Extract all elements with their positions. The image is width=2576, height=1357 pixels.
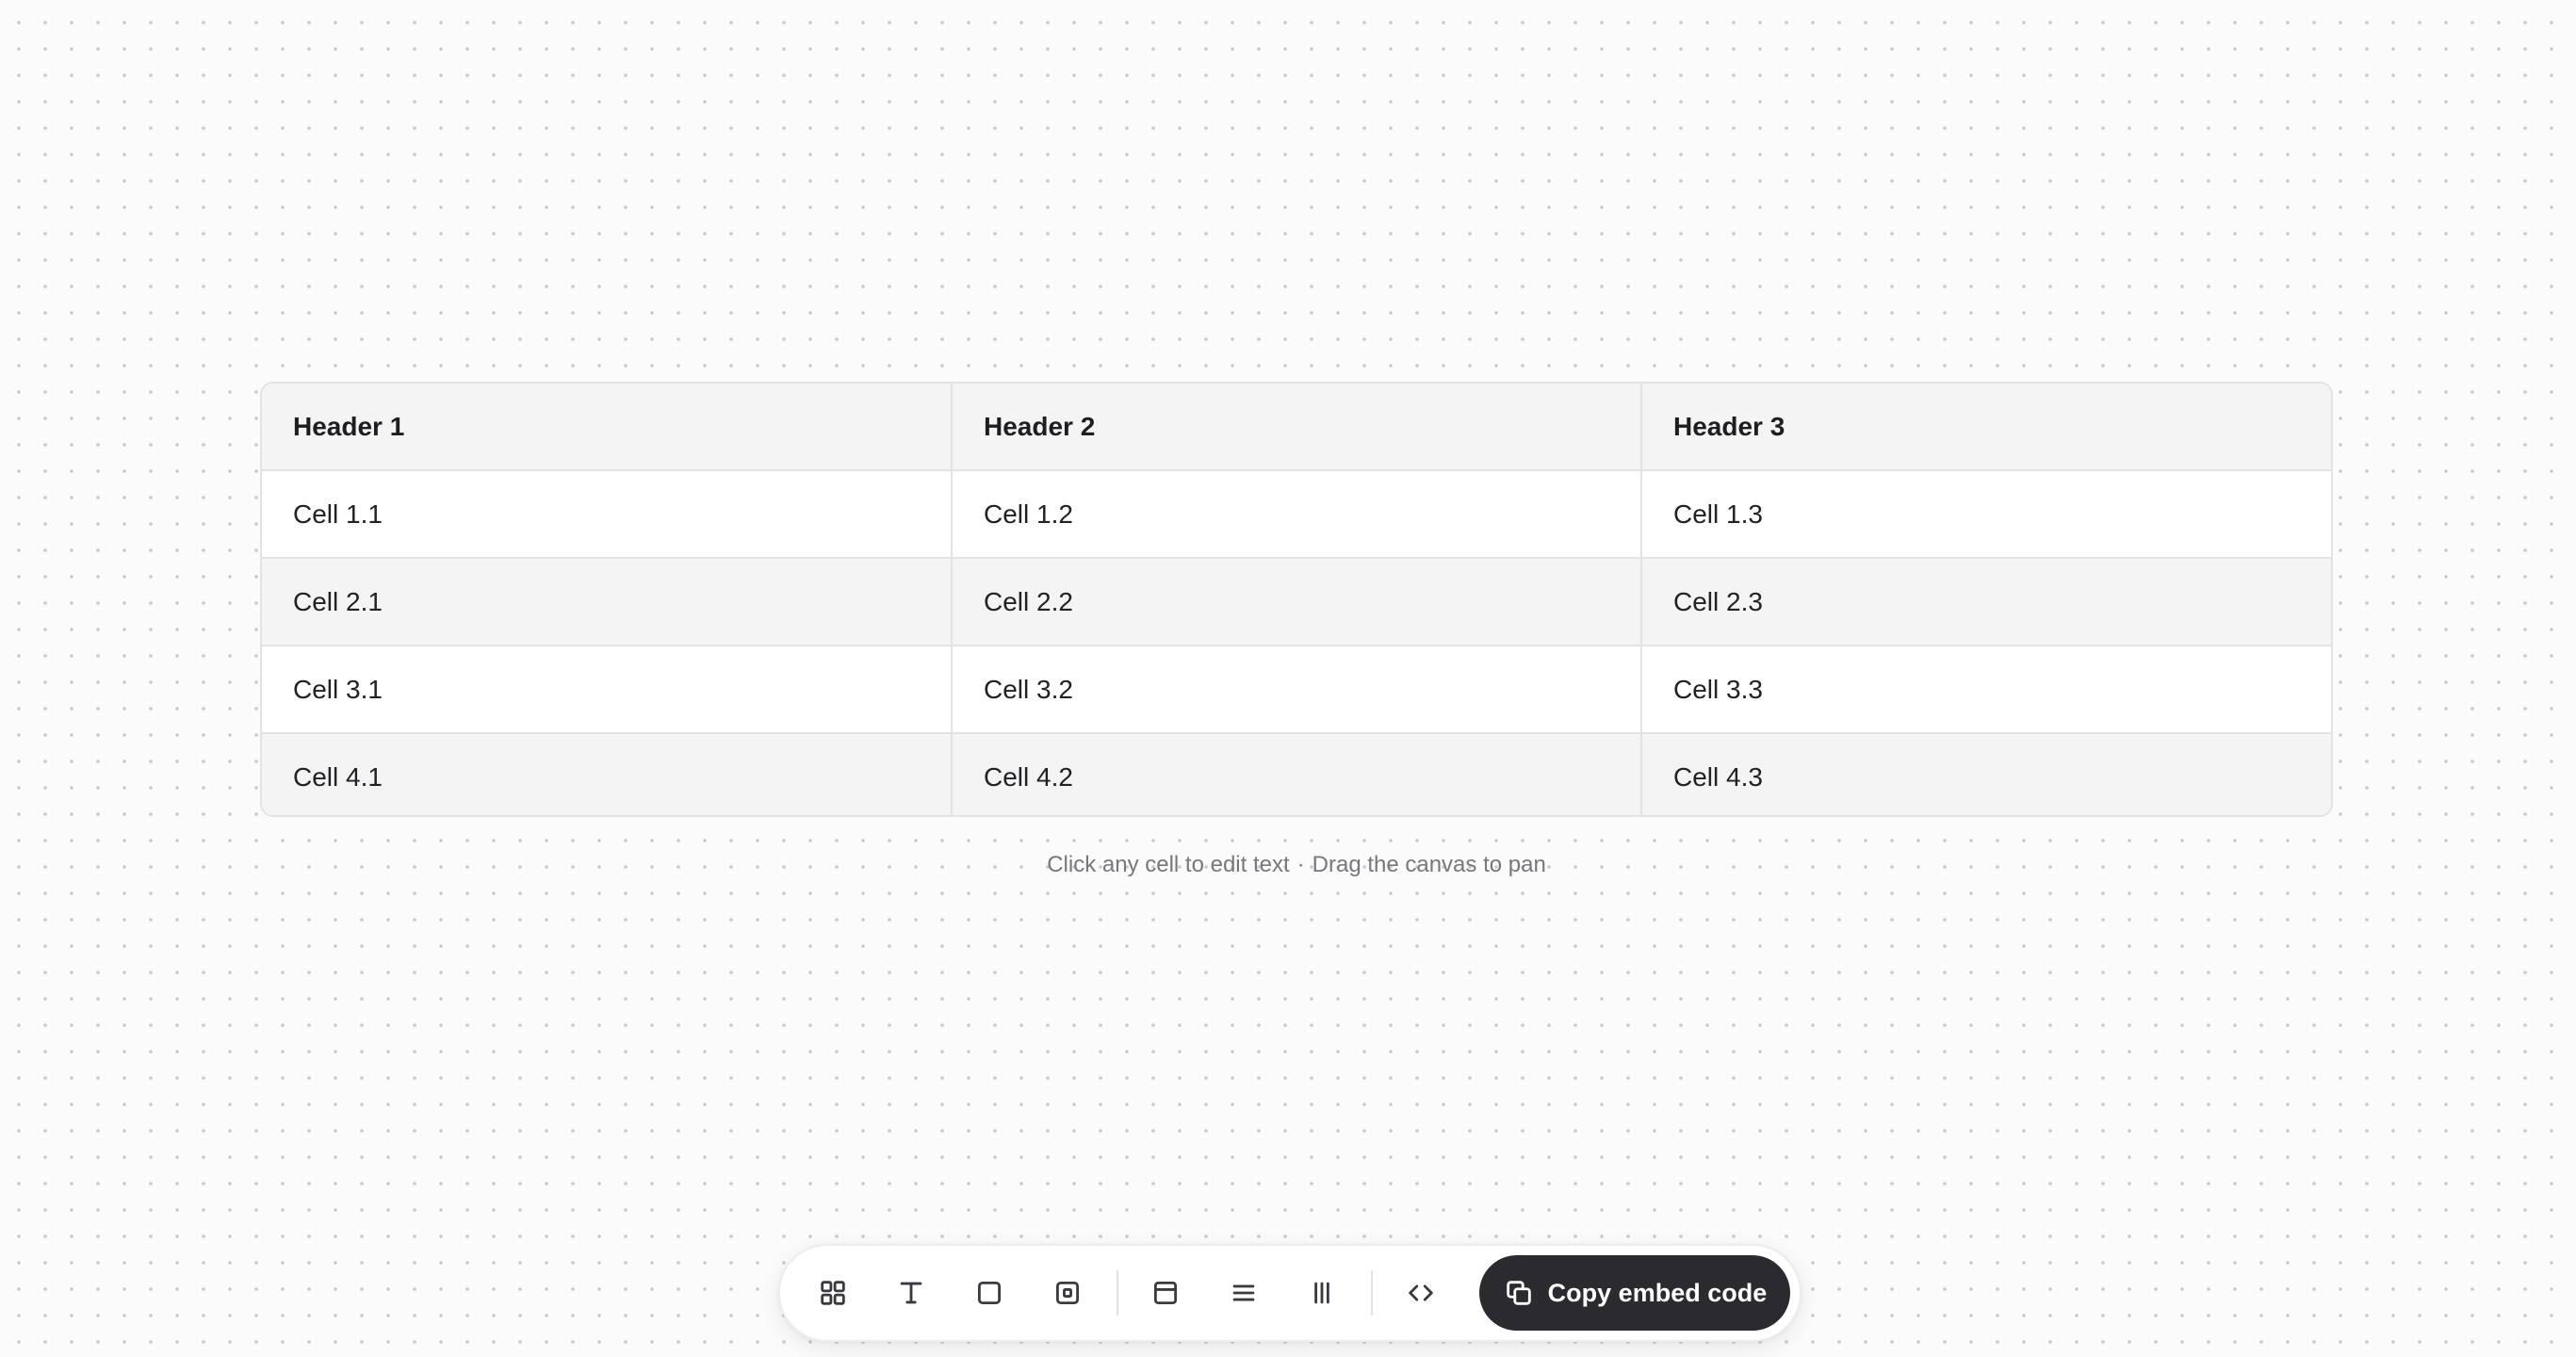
table-row: Cell 3.1 Cell 3.2 Cell 3.3 xyxy=(262,646,2331,734)
hint-pan-text: Drag the canvas to pan xyxy=(1312,852,1546,877)
panel-tool-button[interactable] xyxy=(1133,1260,1198,1326)
text-tool-button[interactable] xyxy=(879,1260,944,1326)
grid-tool-button[interactable] xyxy=(801,1260,866,1326)
rows-icon xyxy=(1232,1284,1255,1301)
rectangle-tool-button[interactable] xyxy=(957,1260,1022,1326)
table-cell[interactable]: Cell 4.1 xyxy=(262,733,953,815)
panel-icon xyxy=(1154,1281,1178,1305)
table-cell[interactable]: Cell 3.3 xyxy=(1641,646,2331,734)
code-icon xyxy=(1408,1284,1433,1301)
code-tool-button[interactable] xyxy=(1388,1260,1453,1326)
table-cell[interactable]: Cell 2.1 xyxy=(262,558,953,646)
rows-tool-button[interactable] xyxy=(1212,1260,1277,1326)
table-row: Cell 4.1 Cell 4.2 Cell 4.3 xyxy=(262,733,2331,815)
canvas-hint: Click any cell to edit text · Drag the can… xyxy=(0,852,2576,878)
table-cell[interactable]: Cell 1.3 xyxy=(1641,470,2331,559)
frame-icon xyxy=(1055,1281,1079,1305)
columns-tool-button[interactable] xyxy=(1289,1260,1354,1326)
hint-separator: · xyxy=(1296,852,1305,877)
table-cell[interactable]: Cell 3.2 xyxy=(952,646,1642,734)
table-cell[interactable]: Cell 3.1 xyxy=(262,646,953,734)
hint-edit-text: Click any cell to edit text xyxy=(1047,852,1290,877)
grid-icon xyxy=(821,1281,846,1305)
header-cell[interactable]: Header 2 xyxy=(952,384,1642,471)
table-cell[interactable]: Cell 2.2 xyxy=(952,558,1642,646)
data-table: Header 1 Header 2 Header 3 Cell 1.1 Cell… xyxy=(260,382,2333,817)
toolbar-divider xyxy=(1371,1270,1374,1316)
columns-icon xyxy=(1314,1282,1329,1304)
header-cell[interactable]: Header 3 xyxy=(1641,384,2331,471)
copy-embed-code-button[interactable]: Copy embed code xyxy=(1478,1255,1790,1331)
copy-icon xyxy=(1506,1281,1531,1305)
table-cell[interactable]: Cell 2.3 xyxy=(1641,558,2331,646)
table-cell[interactable]: Cell 1.2 xyxy=(952,470,1642,559)
table-cell[interactable]: Cell 4.2 xyxy=(952,733,1642,815)
frame-tool-button[interactable] xyxy=(1035,1260,1100,1326)
table-grid: Header 1 Header 2 Header 3 Cell 1.1 Cell… xyxy=(262,384,2331,815)
table-cell[interactable]: Cell 1.1 xyxy=(262,470,953,559)
table-cell[interactable]: Cell 4.3 xyxy=(1641,733,2331,815)
table-row: Cell 2.1 Cell 2.2 Cell 2.3 xyxy=(262,558,2331,646)
copy-embed-code-label: Copy embed code xyxy=(1547,1278,1768,1307)
bottom-toolbar: Copy embed code xyxy=(778,1244,1802,1342)
header-cell[interactable]: Header 1 xyxy=(262,384,953,471)
square-icon xyxy=(977,1281,1001,1305)
table-header-row: Header 1 Header 2 Header 3 xyxy=(262,384,2331,471)
table-row: Cell 1.1 Cell 1.2 Cell 1.3 xyxy=(262,470,2331,559)
text-icon xyxy=(900,1282,922,1304)
toolbar-divider xyxy=(1117,1270,1118,1316)
